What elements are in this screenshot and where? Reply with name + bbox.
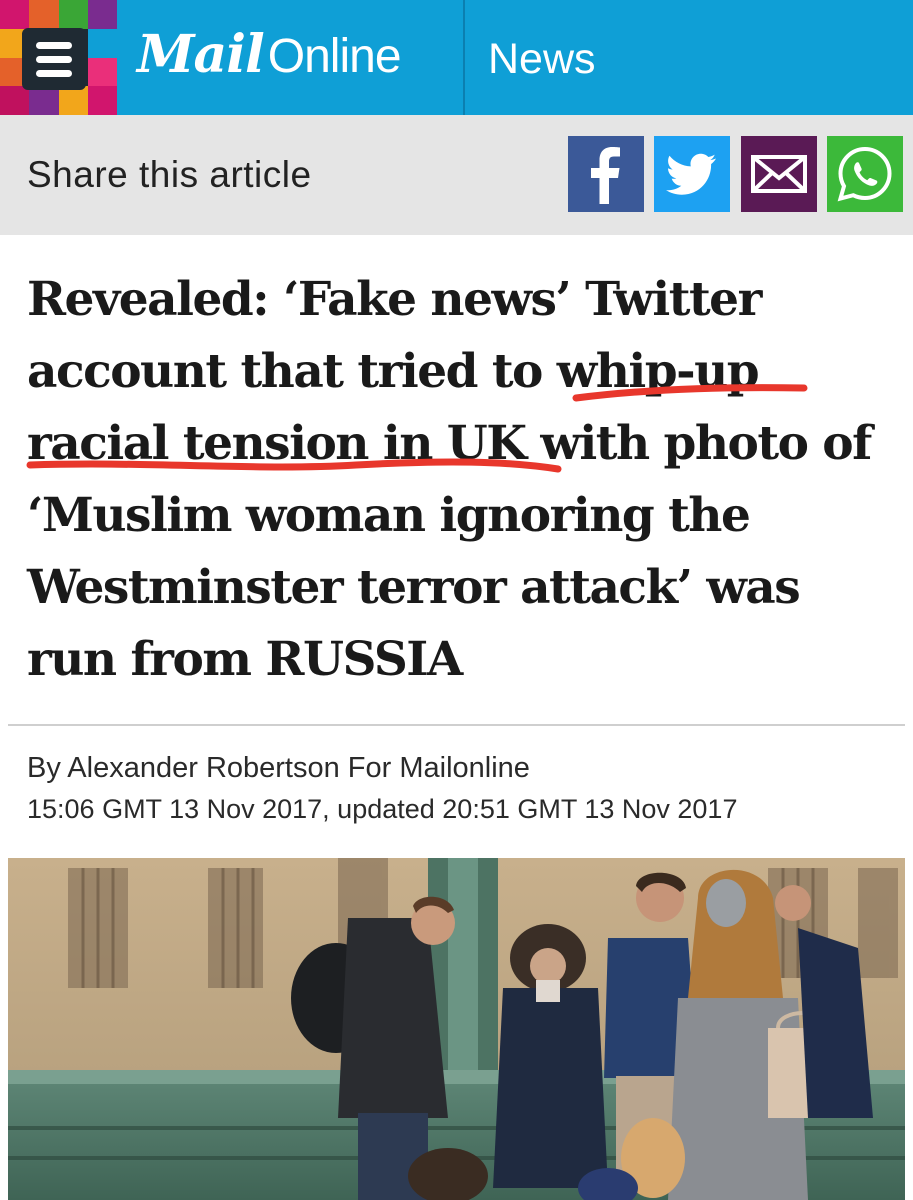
mosaic-tile <box>87 57 117 87</box>
facebook-icon <box>591 147 620 204</box>
mosaic-tile <box>87 28 117 58</box>
byline-divider <box>8 724 905 726</box>
article-photo[interactable] <box>8 858 905 1200</box>
whatsapp-icon <box>837 146 892 202</box>
mosaic-tile <box>29 86 59 115</box>
whatsapp-share-button[interactable] <box>827 136 903 212</box>
site-header: Mail Online News <box>0 0 913 115</box>
headline-underline-mark <box>572 384 808 402</box>
site-logo[interactable]: Mail Online <box>137 24 402 85</box>
email-share-button[interactable] <box>741 136 817 212</box>
menu-icon[interactable] <box>22 28 86 90</box>
headline-underline-mark <box>26 458 562 473</box>
email-icon <box>751 155 807 193</box>
mosaic-tile <box>29 0 59 29</box>
logo-online: Online <box>267 30 402 83</box>
share-label: Share this article <box>27 154 312 195</box>
mosaic-tile <box>58 86 88 115</box>
twitter-share-button[interactable] <box>654 136 730 212</box>
mosaic-tile <box>0 0 30 29</box>
mosaic-tile <box>87 86 117 115</box>
article-byline[interactable]: By Alexander Robertson For Mailonline <box>27 752 530 785</box>
twitter-icon <box>666 153 716 195</box>
mosaic-tile <box>87 0 117 29</box>
mosaic-tile <box>0 86 30 115</box>
news-photo <box>8 858 905 1200</box>
mosaic-tile <box>58 0 88 29</box>
header-divider <box>463 0 465 115</box>
article-dateline: 15:06 GMT 13 Nov 2017, updated 20:51 GMT… <box>27 794 738 824</box>
section-link-news[interactable]: News <box>488 35 596 84</box>
facebook-share-button[interactable] <box>568 136 644 212</box>
logo-mail: Mail <box>137 24 265 85</box>
